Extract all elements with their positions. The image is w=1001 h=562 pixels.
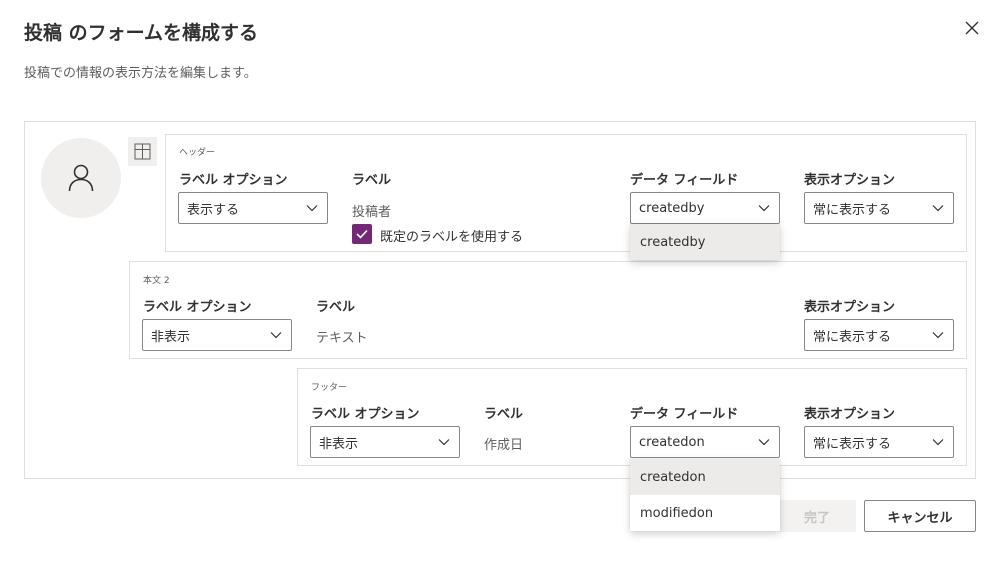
dropdown-option[interactable]: createdby xyxy=(630,224,780,260)
body-display-option-select[interactable]: 常に表示する xyxy=(804,319,954,351)
header-display-option-title: 表示オプション xyxy=(804,173,896,188)
chevron-down-icon xyxy=(931,201,945,215)
footer-data-field-dropdown: createdon modifiedon xyxy=(630,459,780,531)
footer-label-option-select[interactable]: 非表示 xyxy=(310,426,460,458)
footer-section-name: フッター xyxy=(311,383,348,393)
close-icon xyxy=(965,21,979,35)
avatar xyxy=(41,138,121,218)
done-button[interactable]: 完了 xyxy=(778,500,856,532)
layout-icon xyxy=(134,143,151,160)
footer-display-option-select[interactable]: 常に表示する xyxy=(804,426,954,458)
layout-button[interactable] xyxy=(128,137,157,166)
header-section-name: ヘッダー xyxy=(179,148,216,158)
header-label-option-title: ラベル オプション xyxy=(179,173,288,188)
chevron-down-icon xyxy=(757,435,771,449)
footer-display-option-title: 表示オプション xyxy=(804,407,896,422)
use-default-label-checkbox[interactable] xyxy=(352,224,372,244)
footer-data-field-value: createdon xyxy=(639,434,705,450)
cancel-button[interactable]: キャンセル xyxy=(864,500,976,532)
header-display-option-select[interactable]: 常に表示する xyxy=(804,192,954,224)
chevron-down-icon xyxy=(269,328,283,342)
body-display-option-value: 常に表示する xyxy=(813,329,892,345)
header-display-option-value: 常に表示する xyxy=(813,202,892,218)
person-icon xyxy=(68,164,94,192)
use-default-label-text: 既定のラベルを使用する xyxy=(380,230,524,245)
footer-display-option-value: 常に表示する xyxy=(813,436,892,452)
footer-data-field-title: データ フィールド xyxy=(630,407,739,422)
footer-data-field-select[interactable]: createdon xyxy=(630,426,780,458)
footer-label-title: ラベル xyxy=(484,407,524,422)
body-display-option-title: 表示オプション xyxy=(804,300,896,315)
chevron-down-icon xyxy=(305,201,319,215)
body-label-value: テキスト xyxy=(316,331,368,346)
chevron-down-icon xyxy=(437,435,451,449)
footer-label-value: 作成日 xyxy=(484,438,524,453)
dropdown-option[interactable]: createdon xyxy=(630,459,780,495)
footer-label-option-value: 非表示 xyxy=(319,436,359,452)
close-button[interactable] xyxy=(958,14,986,42)
header-data-field-value: createdby xyxy=(639,200,705,216)
dialog-subtitle: 投稿での情報の表示方法を編集します。 xyxy=(24,66,257,81)
header-data-field-select[interactable]: createdby xyxy=(630,192,780,224)
header-label-option-select[interactable]: 表示する xyxy=(178,192,328,224)
body-section-name: 本文 2 xyxy=(143,276,170,286)
dropdown-option[interactable]: modifiedon xyxy=(630,495,780,531)
header-data-field-dropdown: createdby xyxy=(630,224,780,260)
body-label-option-value: 非表示 xyxy=(151,329,191,345)
configure-form-dialog: 投稿 のフォームを構成する 投稿での情報の表示方法を編集します。 ヘッダー ラベ… xyxy=(0,0,1001,562)
header-label-title: ラベル xyxy=(352,173,392,188)
body-label-option-select[interactable]: 非表示 xyxy=(142,319,292,351)
footer-label-option-title: ラベル オプション xyxy=(311,407,420,422)
dialog-title: 投稿 のフォームを構成する xyxy=(24,22,259,44)
body-label-option-title: ラベル オプション xyxy=(143,300,252,315)
header-label-option-value: 表示する xyxy=(187,202,240,218)
chevron-down-icon xyxy=(931,328,945,342)
chevron-down-icon xyxy=(757,201,771,215)
body-label-title: ラベル xyxy=(316,300,356,315)
checkmark-icon xyxy=(356,229,368,239)
header-label-value: 投稿者 xyxy=(352,205,392,220)
chevron-down-icon xyxy=(931,435,945,449)
header-data-field-title: データ フィールド xyxy=(630,173,739,188)
